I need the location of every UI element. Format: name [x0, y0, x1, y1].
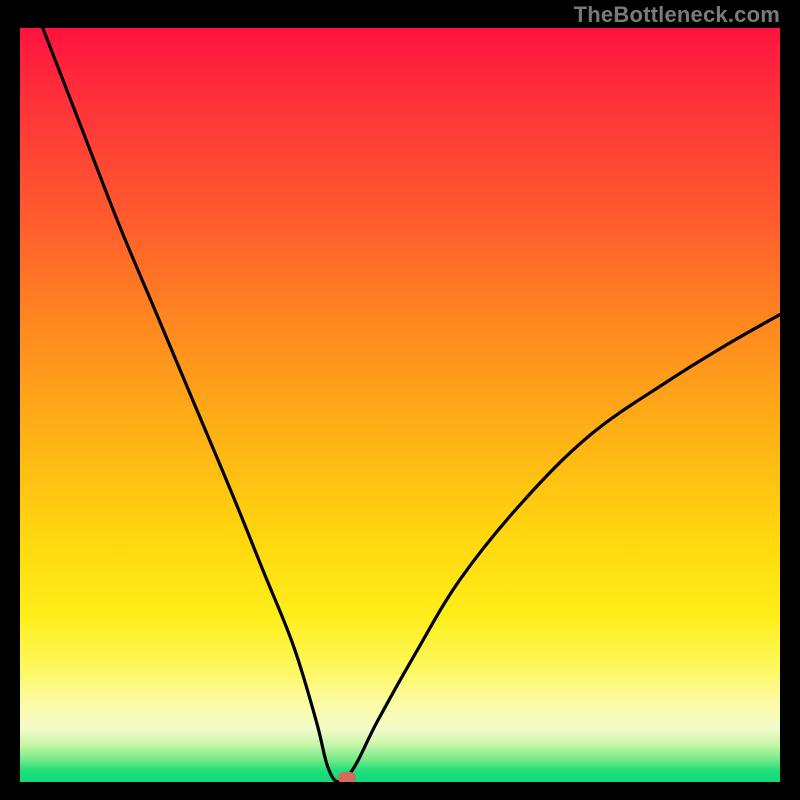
bottleneck-curve: [20, 28, 780, 782]
plot-area: [20, 28, 780, 782]
chart-frame: TheBottleneck.com: [0, 0, 800, 800]
minimum-marker: [338, 772, 356, 782]
watermark-text: TheBottleneck.com: [574, 2, 780, 28]
